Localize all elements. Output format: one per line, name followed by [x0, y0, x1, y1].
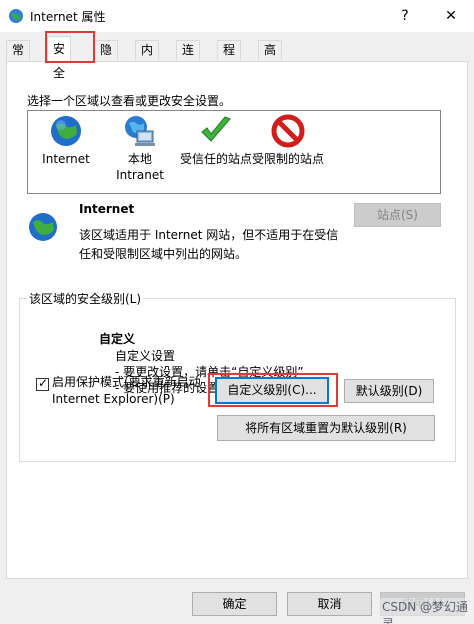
tab-advanced[interactable]: 高级: [258, 40, 283, 75]
tab-programs[interactable]: 程序: [217, 40, 242, 75]
sites-button[interactable]: 站点(S): [354, 203, 441, 227]
zone-list: Internet 本地 Intranet 受信任的站点 受限制的站点: [27, 110, 441, 194]
tab-privacy[interactable]: 隐私: [94, 40, 119, 75]
security-level-name: 自定义: [99, 332, 136, 346]
window-title: Internet 属性: [30, 10, 106, 24]
security-panel: 选择一个区域以查看或更改安全设置。 Internet 本地 Intranet 受…: [6, 61, 468, 579]
zone-label: Internet: [42, 152, 90, 166]
title-bar: Internet 属性 ? ✕: [0, 0, 474, 32]
default-level-button[interactable]: 默认级别(D): [344, 379, 434, 403]
check-icon: [201, 116, 231, 142]
protected-mode-label[interactable]: 启用保护模式(要求重新启动 Internet Explorer)(P): [52, 374, 212, 408]
zone-trusted-sites[interactable]: 受信任的站点: [176, 113, 256, 167]
zone-label: 本地 Intranet: [116, 152, 164, 182]
cancel-button[interactable]: 取消: [287, 592, 372, 616]
tab-general[interactable]: 常规: [6, 40, 31, 75]
globe-icon: [51, 116, 81, 146]
globe-icon: [29, 213, 57, 241]
restricted-icon: [271, 114, 305, 148]
zone-internet[interactable]: Internet: [26, 113, 106, 167]
selected-zone-name: Internet: [79, 202, 135, 216]
level-desc-line: 自定义设置: [115, 349, 176, 363]
tab-highlight-box: [45, 31, 95, 63]
custom-level-highlight-box: [208, 373, 338, 407]
zone-intro-text: 选择一个区域以查看或更改安全设置。: [27, 94, 232, 108]
internet-options-icon: [9, 9, 23, 23]
intranet-icon: [125, 116, 155, 146]
close-button[interactable]: ✕: [428, 0, 474, 32]
watermark-text: CSDN @梦幻通灵: [380, 598, 474, 624]
check-mark-icon: ✓: [38, 376, 49, 390]
security-level-legend: 该区域的安全级别(L): [27, 290, 144, 307]
zone-label: 受限制的站点: [251, 152, 324, 166]
selected-zone-description: 该区域适用于 Internet 网站，但不适用于在受信任和受限制区域中列出的网站…: [79, 228, 339, 261]
tab-content[interactable]: 内容: [135, 40, 160, 75]
zone-local-intranet[interactable]: 本地 Intranet: [100, 113, 180, 183]
reset-all-zones-button[interactable]: 将所有区域重置为默认级别(R): [217, 415, 435, 441]
help-button[interactable]: ?: [382, 0, 428, 32]
zone-restricted-sites[interactable]: 受限制的站点: [248, 113, 328, 167]
ok-button[interactable]: 确定: [192, 592, 277, 616]
protected-mode-checkbox[interactable]: ✓: [36, 376, 49, 391]
tab-connections[interactable]: 连接: [176, 40, 201, 75]
zone-label: 受信任的站点: [179, 152, 252, 166]
